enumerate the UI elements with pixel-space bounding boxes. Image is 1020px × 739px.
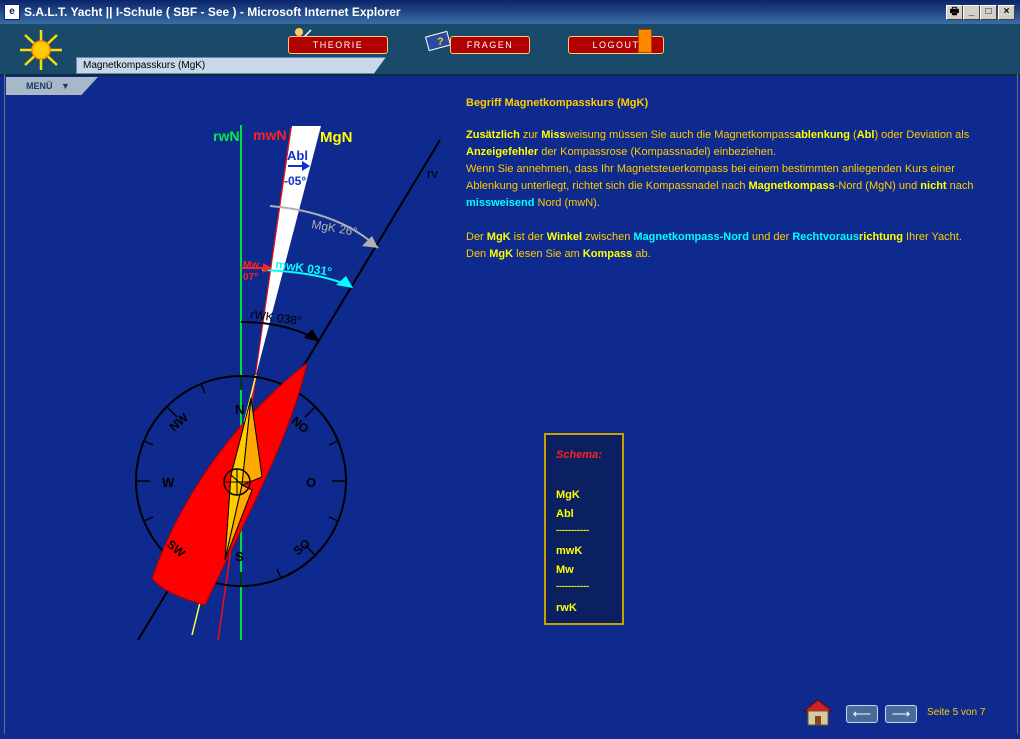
p1-t10: der Kompassrose (Kompassnadel) einbezieh… — [538, 146, 776, 158]
chevron-down-icon: ▼ — [61, 81, 70, 91]
p2-t11: Den — [466, 248, 490, 260]
mgn-label: MgN — [320, 129, 353, 146]
p1-t8: ) oder Deviation als — [874, 129, 970, 141]
paragraph-2: Der MgK ist der Winkel zwischen Magnetko… — [466, 229, 996, 263]
p1-t9: Anzeigefehler — [466, 146, 539, 158]
fragen-button[interactable]: FRAGEN — [450, 36, 530, 54]
schema-box: Schema: MgK Abl ----------- mwK Mw -----… — [544, 433, 624, 625]
p2-t12: MgK — [489, 248, 514, 260]
p1-t4: weisung müssen Sie auch die Magnetkompas… — [565, 129, 795, 141]
rwn-label: rwN — [213, 128, 239, 144]
previous-page-button[interactable]: ⟵ — [846, 705, 878, 723]
p2-t15: ab. — [632, 248, 651, 260]
compass-w-label: W — [162, 475, 175, 490]
p2-t8: Rechtvoraus — [792, 231, 859, 243]
schema-mwk: mwK — [556, 545, 583, 557]
menu-label: MENÜ — [26, 81, 53, 91]
rv-label: rv — [427, 166, 438, 181]
mwn-label: mwN — [253, 127, 286, 143]
schema-title: Schema: — [556, 449, 602, 461]
p2-t4: Winkel — [546, 231, 583, 243]
home-icon[interactable] — [800, 697, 836, 727]
p2-t9: richtung — [859, 231, 903, 243]
p2-t13: lesen Sie am — [513, 248, 583, 260]
p1-t3: Miss — [541, 129, 566, 141]
compass-nw-label: NW — [167, 410, 192, 434]
p2-t14: Kompass — [582, 248, 633, 260]
p1-t13: -Nord (MgN) und — [834, 180, 921, 192]
mw-value: 07° — [243, 272, 258, 283]
minimize-button[interactable]: _ — [963, 5, 980, 20]
theorie-button[interactable]: THEORIE — [288, 36, 388, 54]
svg-text:?: ? — [437, 36, 444, 48]
p2-t1: Der — [466, 231, 487, 243]
window-title: S.A.L.T. Yacht || I-Schule ( SBF - See )… — [24, 5, 401, 19]
p2-t10: Ihrer Yacht. — [903, 231, 962, 243]
compass-course-diagram: N NO O SO S SW W NW rwN mwN MgN rv Abl -… — [135, 125, 441, 641]
p1-t12: Magnetkompass — [748, 180, 835, 192]
next-page-button[interactable]: ⟶ — [885, 705, 917, 723]
p1-t14: nicht — [920, 180, 947, 192]
close-button[interactable]: × — [998, 5, 1015, 20]
p2-t2: MgK — [486, 231, 511, 243]
p1-t5: ablenkung — [794, 129, 850, 141]
schema-separator-1: ----------- — [556, 525, 589, 535]
compass-n-label: N — [235, 402, 244, 417]
p2-t3: ist der — [510, 231, 547, 243]
sun-logo-icon[interactable] — [16, 28, 66, 72]
schema-abl: Abl — [556, 508, 574, 520]
compass-no-label: NO — [289, 414, 312, 436]
p1-t15: nach — [946, 180, 974, 192]
p1-t2: zur — [519, 129, 542, 141]
mw-label: Mw — [243, 260, 259, 271]
p1-t16: missweisend — [466, 197, 535, 209]
paragraph-1: Zusätzlich zur Missweisung müssen Sie au… — [466, 127, 996, 212]
explanation-text: Zusätzlich zur Missweisung müssen Sie au… — [466, 127, 996, 263]
p1-t7: Abl — [856, 129, 875, 141]
p2-t5: zwischen — [582, 231, 634, 243]
breadcrumb: Magnetkompasskurs (MgK) — [76, 57, 386, 74]
p1-t6: ( — [849, 129, 857, 141]
compass-o-label: O — [306, 475, 316, 490]
schema-mw: Mw — [556, 564, 574, 576]
door-icon[interactable] — [638, 29, 652, 53]
compass-s-label: S — [235, 549, 244, 564]
window-titlebar: e S.A.L.T. Yacht || I-Schule ( SBF - See… — [0, 0, 1020, 24]
mwk-label: mwK 031° — [275, 257, 333, 279]
p2-t7: und der — [748, 231, 793, 243]
maximize-button[interactable]: □ — [980, 5, 997, 20]
schema-mgk: MgK — [556, 489, 580, 501]
p1-t17: Nord (mwN). — [534, 197, 600, 209]
p1-t1: Zusätzlich — [466, 129, 520, 141]
mgk-label: MgK 26° — [310, 217, 358, 239]
ie-app-icon: e — [4, 4, 20, 20]
page-counter: Seite 5 von 7 — [927, 707, 986, 718]
print-icon[interactable]: 🖶 — [946, 5, 963, 20]
abl-label: Abl — [287, 148, 308, 163]
abl-value: -05° — [284, 174, 306, 188]
compass-so-label: SO — [291, 536, 313, 558]
schema-separator-2: ----------- — [556, 581, 589, 591]
schema-rwk: rwK — [556, 602, 577, 614]
page-heading: Begriff Magnetkompasskurs (MgK) — [466, 97, 649, 109]
p2-t6: Magnetkompass-Nord — [633, 231, 749, 243]
book-question-icon[interactable]: ? — [424, 28, 452, 52]
